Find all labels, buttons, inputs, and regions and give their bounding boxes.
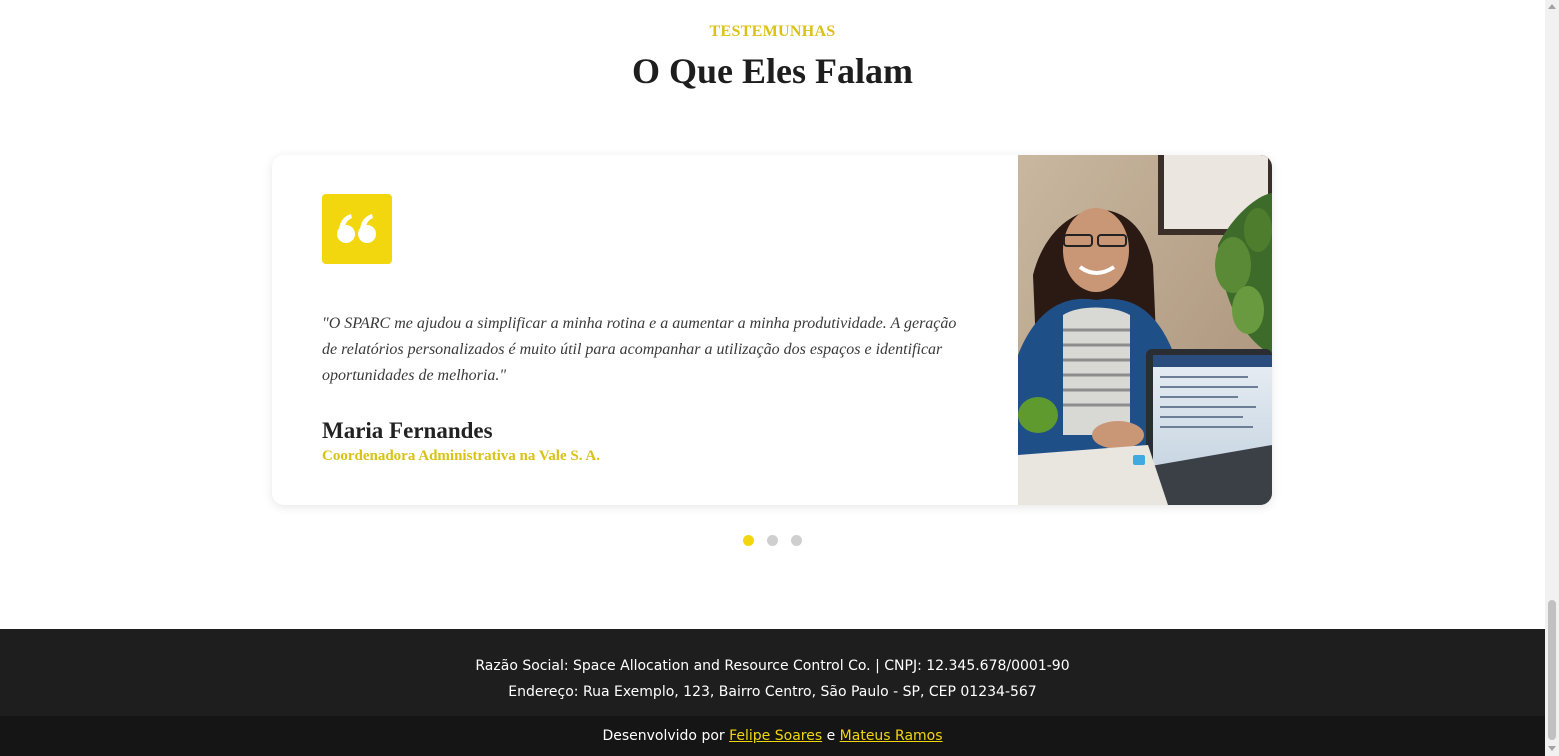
testimonial-quote: "O SPARC me ajudou a simplificar a minha… <box>322 315 957 384</box>
section-title: O Que Eles Falam <box>632 51 913 91</box>
carousel-dot-2[interactable] <box>767 535 778 546</box>
carousel-dot-1[interactable] <box>743 535 754 546</box>
scroll-up-arrow-icon[interactable] <box>1548 4 1556 9</box>
carousel-dot-3[interactable] <box>791 535 802 546</box>
footer: Razão Social: Space Allocation and Resou… <box>0 629 1545 716</box>
subfooter: Desenvolvido por Felipe Soares e Mateus … <box>0 716 1545 756</box>
scrollbar-thumb[interactable] <box>1548 600 1556 740</box>
author-link-mateus[interactable]: Mateus Ramos <box>840 728 943 744</box>
section-eyebrow: TESTEMUNHAS <box>709 23 836 40</box>
author-link-felipe[interactable]: Felipe Soares <box>729 728 822 744</box>
testimonials-section: TESTEMUNHAS O Que Eles Falam "O SPARC me… <box>0 0 1545 629</box>
testimonial-author-name: Maria Fernandes <box>322 418 493 443</box>
footer-company-line: Razão Social: Space Allocation and Resou… <box>475 658 1070 674</box>
testimonial-author-role: Coordenadora Administrativa na Vale S. A… <box>322 448 600 464</box>
carousel-pagination <box>0 535 1545 546</box>
quote-icon <box>322 194 392 264</box>
author-photo-illustration <box>1018 155 1272 505</box>
scroll-down-arrow-icon[interactable] <box>1548 746 1556 751</box>
quote-icon-glyph <box>337 214 376 243</box>
page: TESTEMUNHAS O Que Eles Falam "O SPARC me… <box>0 0 1559 756</box>
testimonial-card: "O SPARC me ajudou a simplificar a minha… <box>272 155 1272 505</box>
testimonial-photo <box>1018 155 1272 505</box>
footer-address-line: Endereço: Rua Exemplo, 123, Bairro Centr… <box>508 684 1037 700</box>
subfooter-joiner: e <box>826 728 836 744</box>
subfooter-prefix: Desenvolvido por <box>602 728 725 744</box>
page-scrollbar[interactable] <box>1545 0 1559 756</box>
